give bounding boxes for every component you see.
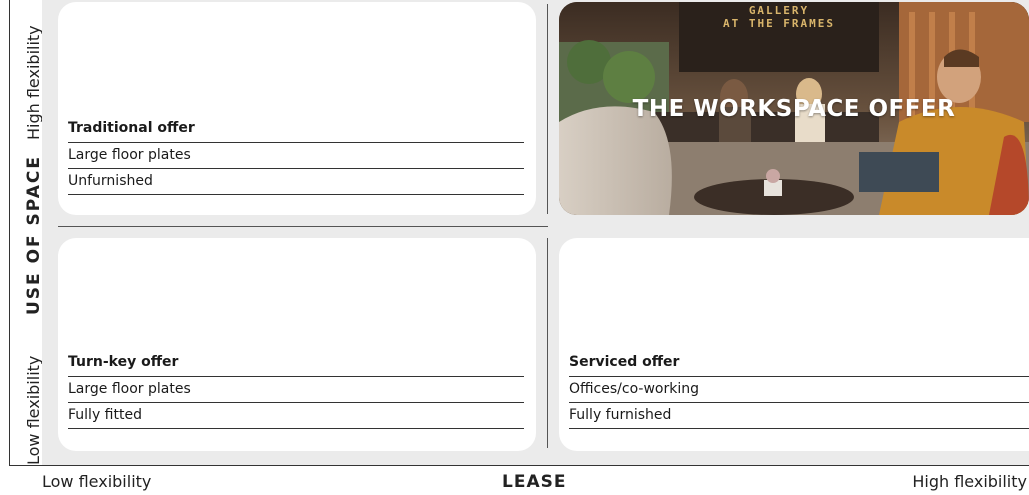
- horizontal-axis-low-label: Low flexibility: [42, 472, 152, 491]
- vertical-axis-low-label: Low flexibility: [24, 355, 43, 465]
- vertical-divider-top: [547, 4, 548, 214]
- card-title: Serviced offer: [569, 354, 680, 370]
- workspace-photo: GALLERY AT THE FRAMES THE WORKSPACE OFFE…: [559, 2, 1029, 215]
- horizontal-axis-title: LEASE: [502, 472, 567, 492]
- card-line: Unfurnished: [68, 173, 153, 189]
- card-rule: [68, 142, 524, 143]
- horizontal-axis-line: [9, 465, 1029, 466]
- horizontal-axis: Low flexibility LEASE High flexibility: [0, 465, 1029, 495]
- turn-key-offer-card: Turn-key offer Large floor plates Fully …: [58, 238, 536, 451]
- card-rule: [569, 402, 1029, 403]
- sign-line: GALLERY: [748, 4, 810, 17]
- card-line: Offices/co-working: [569, 381, 699, 397]
- card-rule: [68, 168, 524, 169]
- serviced-offer-card: Serviced offer Offices/co-working Fully …: [559, 238, 1029, 451]
- card-line: Fully fitted: [68, 407, 142, 423]
- sign-line: AT THE FRAMES: [722, 17, 836, 30]
- card-line: Large floor plates: [68, 381, 191, 397]
- horizontal-divider-left: [58, 226, 548, 227]
- card-rule: [569, 376, 1029, 377]
- card-rule: [569, 428, 1029, 429]
- traditional-offer-card: Traditional offer Large floor plates Unf…: [58, 2, 536, 215]
- card-rule: [68, 402, 524, 403]
- card-rule: [68, 428, 524, 429]
- vertical-axis-title: USE OF SPACE: [24, 155, 44, 315]
- workspace-offer-title: THE WORKSPACE OFFER: [632, 96, 956, 122]
- card-line: Fully furnished: [569, 407, 672, 423]
- card-rule: [68, 194, 524, 195]
- card-rule: [68, 376, 524, 377]
- vertical-axis-line: [9, 0, 10, 465]
- vertical-divider-bottom: [547, 238, 548, 448]
- gallery-sign: GALLERY AT THE FRAMES: [699, 4, 859, 30]
- card-line: Large floor plates: [68, 147, 191, 163]
- vertical-axis: Low flexibility USE OF SPACE High flexib…: [0, 0, 44, 468]
- vertical-axis-high-label: High flexibility: [24, 25, 43, 140]
- card-title: Turn-key offer: [68, 354, 179, 370]
- card-title: Traditional offer: [68, 120, 195, 136]
- horizontal-axis-high-label: High flexibility: [912, 472, 1027, 491]
